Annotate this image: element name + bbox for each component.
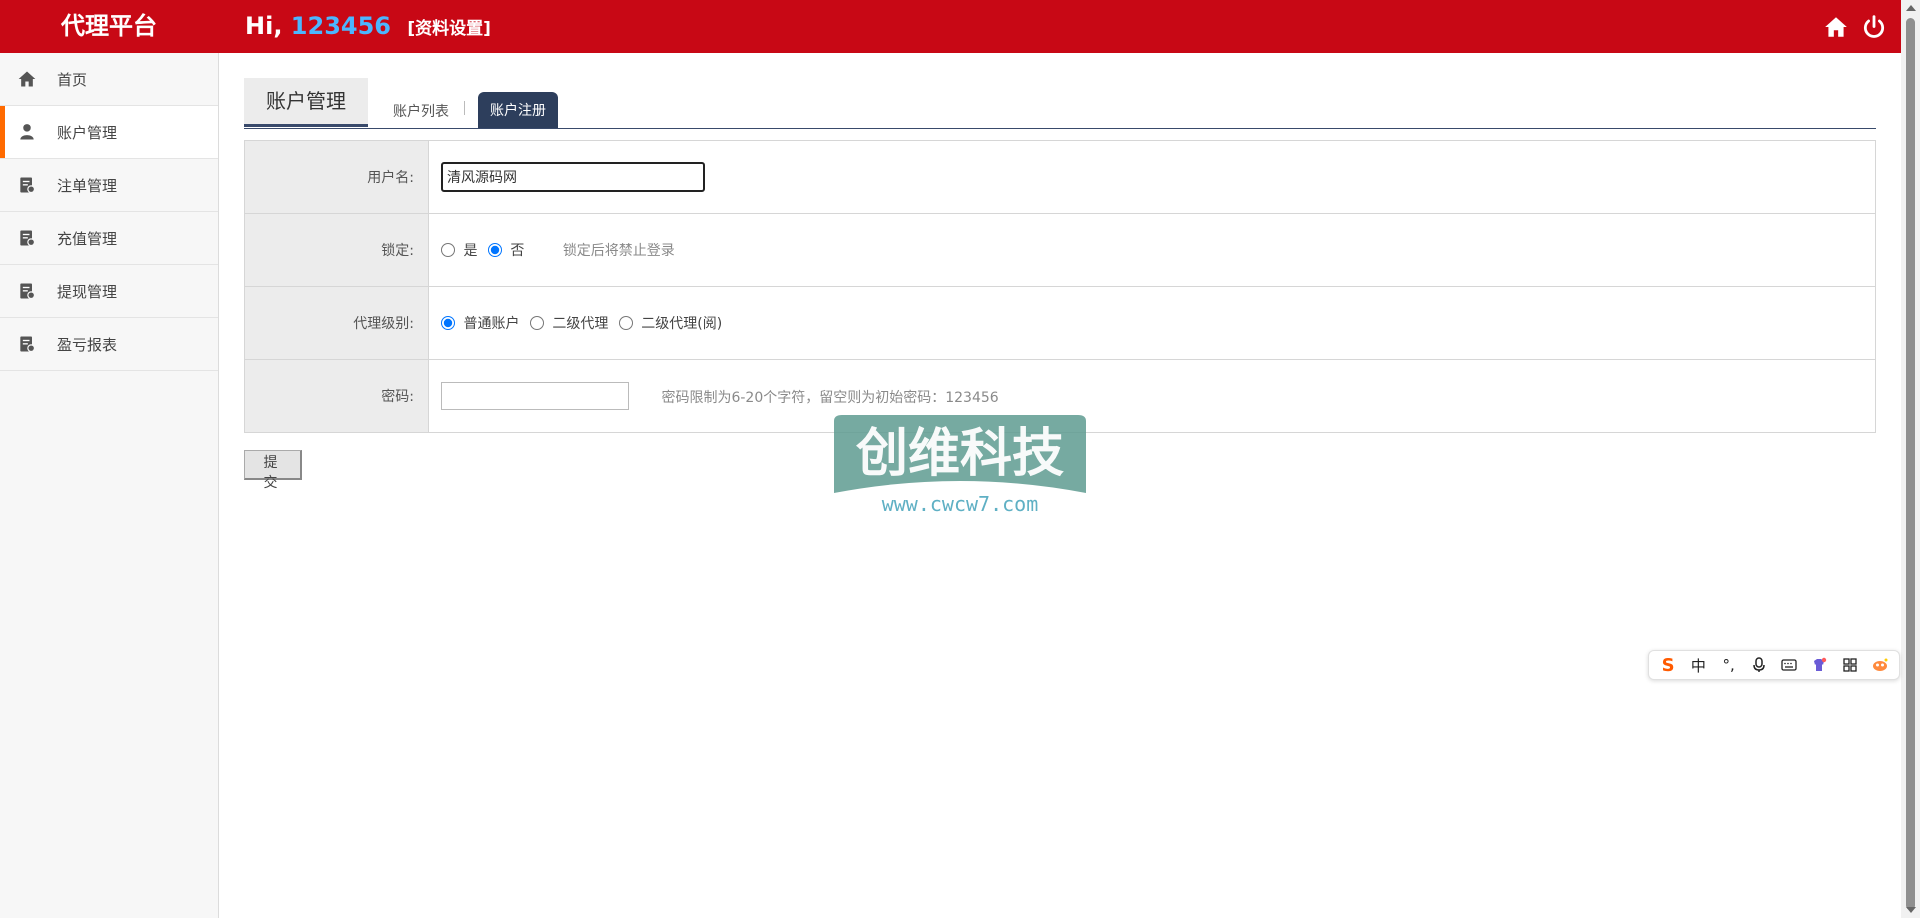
password-label: 密码: bbox=[244, 359, 429, 433]
username-label: 用户名: bbox=[244, 140, 429, 214]
brand-title: 代理平台 bbox=[61, 12, 157, 40]
level-second-agent-radio[interactable] bbox=[529, 316, 544, 330]
top-header-bar: 代理平台 Hi, 123456 [资料设置] bbox=[0, 0, 1901, 53]
sidebar-item-label: 账户管理 bbox=[57, 123, 118, 142]
user-icon bbox=[20, 124, 34, 140]
section-tabs: 账户管理 账户列表 账户注册 bbox=[244, 78, 1876, 129]
sidebar-item-label: 首页 bbox=[57, 70, 88, 89]
lock-no-radio[interactable] bbox=[487, 243, 502, 257]
sidebar-item-home[interactable]: 首页 bbox=[0, 53, 218, 106]
sidebar-item-label: 提现管理 bbox=[57, 282, 118, 301]
tab-account-list[interactable]: 账户列表 bbox=[393, 92, 449, 128]
document-icon bbox=[20, 283, 36, 300]
sidebar-item-label: 注单管理 bbox=[57, 176, 118, 195]
home-icon[interactable] bbox=[1823, 14, 1849, 40]
microphone-icon[interactable] bbox=[1749, 655, 1769, 675]
power-icon[interactable] bbox=[1861, 14, 1887, 40]
lock-yes-radio[interactable] bbox=[441, 243, 455, 257]
username-display: 123456 bbox=[290, 12, 391, 40]
section-title: 账户管理 bbox=[244, 78, 368, 127]
password-hint: 密码限制为6-20个字符，留空则为初始密码：123456 bbox=[661, 390, 999, 406]
keyboard-icon[interactable] bbox=[1779, 655, 1799, 675]
vertical-scrollbar[interactable] bbox=[1901, 0, 1920, 918]
document-icon bbox=[20, 230, 36, 247]
header-actions bbox=[1823, 0, 1887, 53]
ime-mode-toggle[interactable]: 中 bbox=[1688, 655, 1708, 675]
level-second-agent-label: 二级代理 bbox=[552, 316, 609, 332]
sidebar-item-recharge-management[interactable]: 充值管理 bbox=[0, 212, 218, 265]
mascot-icon[interactable] bbox=[1870, 655, 1890, 675]
home-icon bbox=[18, 71, 36, 87]
scrollbar-thumb[interactable] bbox=[1906, 18, 1915, 910]
sogou-logo-icon[interactable]: S bbox=[1658, 655, 1678, 676]
watermark-title: 创维科技 bbox=[855, 424, 1064, 484]
form-row-username: 用户名: bbox=[244, 140, 1876, 214]
document-icon bbox=[20, 336, 36, 353]
form-row-lock: 锁定: 是 否 锁定后将禁止登录 bbox=[244, 213, 1876, 287]
scroll-down-arrow-icon[interactable] bbox=[1906, 907, 1916, 913]
lock-yes-label: 是 bbox=[463, 243, 478, 259]
register-form: 用户名: 锁定: 是 否 锁定后将禁止登录 代理级别: 普通账户 二级代理 二级… bbox=[244, 140, 1876, 433]
sidebar-item-profit-loss-report[interactable]: 盈亏报表 bbox=[0, 318, 218, 371]
level-normal-label: 普通账户 bbox=[463, 316, 520, 332]
level-second-agent-read-label: 二级代理(阅) bbox=[641, 316, 723, 332]
watermark-logo: 创维科技 www.cwcw7.com bbox=[834, 415, 1086, 516]
ime-toolbar: S 中 °, bbox=[1648, 650, 1900, 680]
lock-label: 锁定: bbox=[244, 213, 429, 287]
sidebar-item-withdraw-management[interactable]: 提现管理 bbox=[0, 265, 218, 318]
form-row-level: 代理级别: 普通账户 二级代理 二级代理(阅) bbox=[244, 286, 1876, 360]
skin-icon[interactable] bbox=[1809, 655, 1829, 675]
grid-icon[interactable] bbox=[1840, 655, 1860, 675]
punctuation-icon[interactable]: °, bbox=[1719, 655, 1739, 675]
level-label: 代理级别: bbox=[244, 286, 429, 360]
username-input[interactable] bbox=[441, 162, 705, 192]
scroll-up-arrow-icon[interactable] bbox=[1906, 5, 1916, 11]
level-normal-radio[interactable] bbox=[441, 316, 455, 330]
submit-button[interactable]: 提 交 bbox=[244, 450, 302, 491]
sidebar-item-bet-management[interactable]: 注单管理 bbox=[0, 159, 218, 212]
greeting-text: Hi, bbox=[245, 12, 283, 40]
tab-account-register[interactable]: 账户注册 bbox=[478, 92, 558, 128]
watermark-url: www.cwcw7.com bbox=[882, 492, 1039, 516]
sidebar-item-label: 充值管理 bbox=[57, 229, 118, 248]
tab-divider bbox=[464, 101, 465, 115]
sidebar-item-label: 盈亏报表 bbox=[57, 335, 118, 354]
password-input[interactable] bbox=[441, 382, 629, 410]
level-second-agent-read-radio[interactable] bbox=[618, 316, 633, 330]
user-greeting: Hi, 123456 [资料设置] bbox=[245, 0, 491, 53]
profile-settings-link[interactable]: [资料设置] bbox=[407, 19, 491, 39]
lock-no-label: 否 bbox=[510, 243, 525, 259]
sidebar-item-account-management[interactable]: 账户管理 bbox=[0, 106, 218, 159]
sidebar: 首页 账户管理 注单管理 充值管理 提现管理 盈亏报表 bbox=[0, 53, 219, 918]
lock-hint: 锁定后将禁止登录 bbox=[562, 243, 675, 259]
document-icon bbox=[20, 177, 36, 194]
